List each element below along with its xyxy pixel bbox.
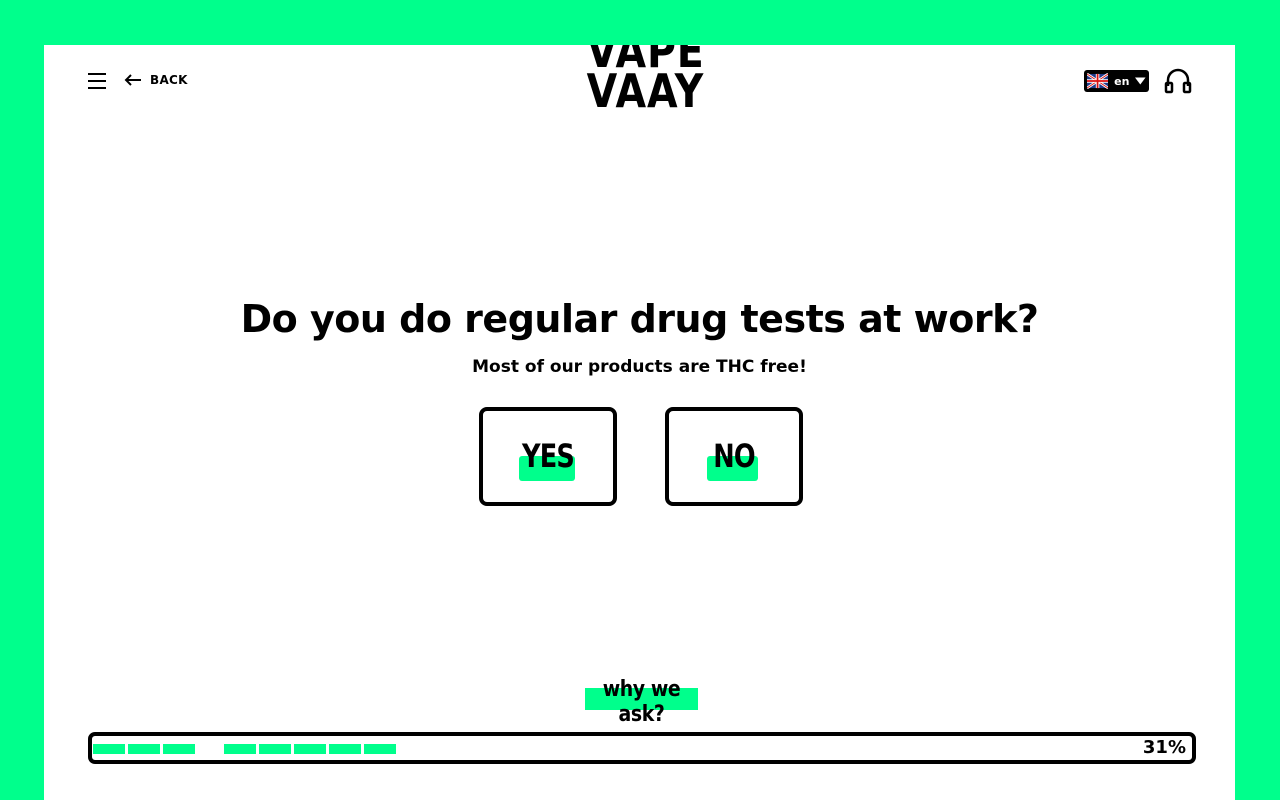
progress-segment — [294, 744, 326, 754]
language-label: en — [1114, 74, 1130, 88]
arrow-left-icon — [124, 74, 141, 86]
progress-segment — [128, 744, 160, 754]
progress-segment — [224, 744, 256, 754]
back-label: BACK — [150, 73, 188, 87]
answer-no-button[interactable]: NO — [665, 407, 803, 506]
chevron-down-icon — [1135, 77, 1146, 85]
answer-yes-button[interactable]: YES — [479, 407, 617, 506]
headphones-icon[interactable] — [1164, 66, 1192, 94]
progress-segment — [329, 744, 361, 754]
question-subtitle: Most of our products are THC free! — [472, 357, 807, 377]
uk-flag-icon — [1087, 73, 1109, 89]
language-select[interactable]: en — [1084, 70, 1149, 92]
menu-icon[interactable] — [88, 73, 106, 89]
progress-segment — [364, 744, 396, 754]
back-button[interactable]: BACK — [124, 73, 188, 87]
progress-segment — [163, 744, 195, 754]
why-we-ask-link[interactable]: why we ask? — [585, 675, 698, 727]
answer-no-label: NO — [713, 437, 755, 475]
progress-bar: 31% — [88, 732, 1196, 764]
page-panel: BACK VAPE VAAY en Do you do regular drug… — [44, 45, 1235, 800]
question-title: Do you do regular drug tests at work? — [240, 297, 1039, 341]
progress-percent: 31% — [1142, 737, 1186, 758]
logo[interactable]: VAPE VAAY — [578, 45, 705, 118]
answer-yes-label: YES — [521, 437, 575, 475]
logo-line-2: VAAY — [586, 64, 705, 118]
progress-segment — [93, 744, 125, 754]
progress-segment — [259, 744, 291, 754]
why-we-ask-label: why we ask? — [602, 677, 681, 727]
